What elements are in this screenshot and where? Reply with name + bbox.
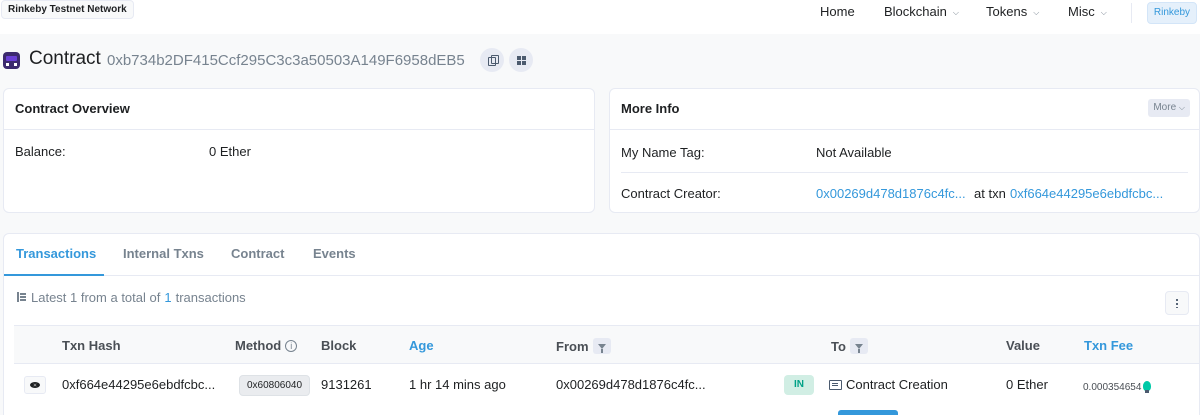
transactions-summary: Latest 1 from a total of 1 transactions bbox=[16, 290, 246, 305]
th-txn-hash: Txn Hash bbox=[62, 338, 121, 353]
to-value: Contract Creation bbox=[846, 377, 948, 392]
nav-home-label: Home bbox=[820, 4, 855, 19]
th-value: Value bbox=[1006, 338, 1040, 353]
th-block-label: Block bbox=[321, 338, 357, 353]
filter-icon bbox=[597, 343, 606, 353]
eye-icon bbox=[30, 382, 40, 388]
from-address-link[interactable]: 0x00269d478d1876c4fc... bbox=[556, 377, 706, 392]
nav-tokens-label: Tokens bbox=[986, 4, 1028, 19]
view-details-button[interactable] bbox=[24, 376, 46, 394]
summary-prefix: Latest 1 from a total of bbox=[31, 290, 161, 305]
contract-creation-icon bbox=[829, 380, 842, 390]
nav-home[interactable]: Home bbox=[820, 4, 855, 19]
top-navbar: Rinkeby Testnet Network Home Blockchain … bbox=[0, 0, 1200, 34]
balance-label: Balance: bbox=[15, 144, 66, 159]
chevron-down-icon: ⌵ bbox=[952, 7, 959, 17]
method-badge: 0x60806040 bbox=[239, 375, 311, 396]
contract-logo-icon bbox=[3, 52, 20, 69]
tab-internal-txns[interactable]: Internal Txns bbox=[123, 246, 204, 261]
block-link[interactable]: 9131261 bbox=[321, 377, 372, 392]
summary-suffix: transactions bbox=[175, 290, 246, 305]
creator-address-link[interactable]: 0x00269d478d1876c4fc... bbox=[816, 186, 966, 201]
th-age-label: Age bbox=[409, 338, 434, 353]
nav-blockchain-label: Blockchain bbox=[884, 4, 947, 19]
bottom-scroll-button[interactable] bbox=[838, 410, 898, 415]
balance-value: 0 Ether bbox=[209, 144, 251, 159]
th-txn-hash-label: Txn Hash bbox=[62, 338, 121, 353]
txn-fee-value: 0.000354654 bbox=[1083, 382, 1142, 393]
info-icon[interactable]: i bbox=[285, 339, 298, 352]
kebab-icon bbox=[1176, 298, 1178, 308]
contract-overview-card: Contract Overview Balance: 0 Ether bbox=[3, 88, 595, 213]
card-header: Contract Overview bbox=[4, 89, 594, 130]
tab-transactions[interactable]: Transactions bbox=[16, 246, 96, 261]
age-value: 1 hr 14 mins ago bbox=[409, 377, 506, 392]
th-to: To bbox=[831, 338, 868, 354]
th-age[interactable]: Age bbox=[409, 338, 434, 353]
filter-to-button[interactable] bbox=[849, 338, 868, 354]
th-block: Block bbox=[321, 338, 356, 353]
filter-from-button[interactable] bbox=[592, 338, 611, 354]
chevron-down-icon: ⌵ bbox=[1100, 7, 1107, 17]
creator-txn-link[interactable]: 0xf664e44295e6ebdfcbc... bbox=[1010, 186, 1163, 201]
th-method: Method i bbox=[235, 338, 298, 353]
txn-fee-cell: 0.000354654 bbox=[1083, 378, 1152, 393]
card-title: Contract Overview bbox=[15, 101, 130, 116]
name-tag-label: My Name Tag: bbox=[621, 145, 705, 160]
chevron-down-icon: ⌵ bbox=[1033, 7, 1040, 17]
sort-icon bbox=[16, 292, 27, 303]
table-row: 0xf664e44295e6ebdfcbc... 0x60806040 9131… bbox=[14, 364, 1199, 406]
to-cell: Contract Creation bbox=[829, 377, 948, 392]
nav-blockchain[interactable]: Blockchain ⌵ bbox=[884, 4, 959, 19]
nav-misc-label: Misc bbox=[1068, 4, 1095, 19]
nav-divider bbox=[1131, 3, 1132, 23]
txn-hash-link[interactable]: 0xf664e44295e6ebdfcbc... bbox=[62, 377, 215, 392]
copy-icon bbox=[487, 55, 499, 66]
th-txn-fee-label: Txn Fee bbox=[1084, 338, 1134, 353]
table-header: Txn Hash Method i Block Age From To Valu… bbox=[14, 325, 1199, 364]
active-tab-indicator bbox=[4, 274, 104, 276]
copy-address-button[interactable] bbox=[480, 48, 504, 72]
lightbulb-icon[interactable] bbox=[1143, 381, 1152, 393]
contract-creator-label: Contract Creator: bbox=[621, 186, 721, 201]
creator-at-txn-label: at txn bbox=[974, 186, 1006, 201]
card-title: More Info bbox=[621, 101, 680, 116]
th-to-label: To bbox=[831, 338, 846, 354]
page-title: Contract bbox=[29, 48, 101, 69]
tab-contract[interactable]: Contract bbox=[231, 246, 284, 261]
name-tag-value: Not Available bbox=[816, 145, 892, 160]
nav-tokens[interactable]: Tokens ⌵ bbox=[986, 4, 1039, 19]
main-nav: Home Blockchain ⌵ Tokens ⌵ Misc ⌵ bbox=[0, 4, 1200, 22]
page-header: Contract 0xb734b2DF415Ccf295C3c3a50503A1… bbox=[0, 46, 1200, 74]
qr-code-button[interactable] bbox=[509, 48, 533, 72]
direction-badge: IN bbox=[784, 375, 814, 395]
more-info-card: More Info More ⌵ My Name Tag: Not Availa… bbox=[609, 88, 1200, 213]
tab-events[interactable]: Events bbox=[313, 246, 356, 261]
summary-count-link[interactable]: 1 bbox=[164, 290, 171, 305]
transactions-card: Transactions Internal Txns Contract Even… bbox=[3, 233, 1200, 415]
more-dropdown-button[interactable]: More ⌵ bbox=[1148, 99, 1190, 117]
card-header: More Info More ⌵ bbox=[610, 89, 1199, 130]
th-txn-fee[interactable]: Txn Fee bbox=[1084, 338, 1133, 353]
more-options-button[interactable] bbox=[1165, 291, 1189, 315]
more-button-label: More bbox=[1153, 102, 1177, 113]
tabs: Transactions Internal Txns Contract Even… bbox=[4, 234, 1199, 276]
th-from: From bbox=[556, 338, 611, 354]
th-method-label: Method bbox=[235, 338, 282, 353]
row-divider bbox=[621, 172, 1188, 173]
th-from-label: From bbox=[556, 338, 589, 354]
network-switch-button[interactable]: Rinkeby bbox=[1147, 2, 1197, 24]
chevron-down-icon: ⌵ bbox=[1178, 103, 1185, 112]
value-cell: 0 Ether bbox=[1006, 377, 1048, 392]
qr-code-icon bbox=[516, 55, 526, 65]
filter-icon bbox=[854, 343, 863, 353]
th-value-label: Value bbox=[1006, 338, 1040, 353]
contract-address: 0xb734b2DF415Ccf295C3c3a50503A149F6958dE… bbox=[107, 52, 465, 69]
nav-misc[interactable]: Misc ⌵ bbox=[1068, 4, 1107, 19]
